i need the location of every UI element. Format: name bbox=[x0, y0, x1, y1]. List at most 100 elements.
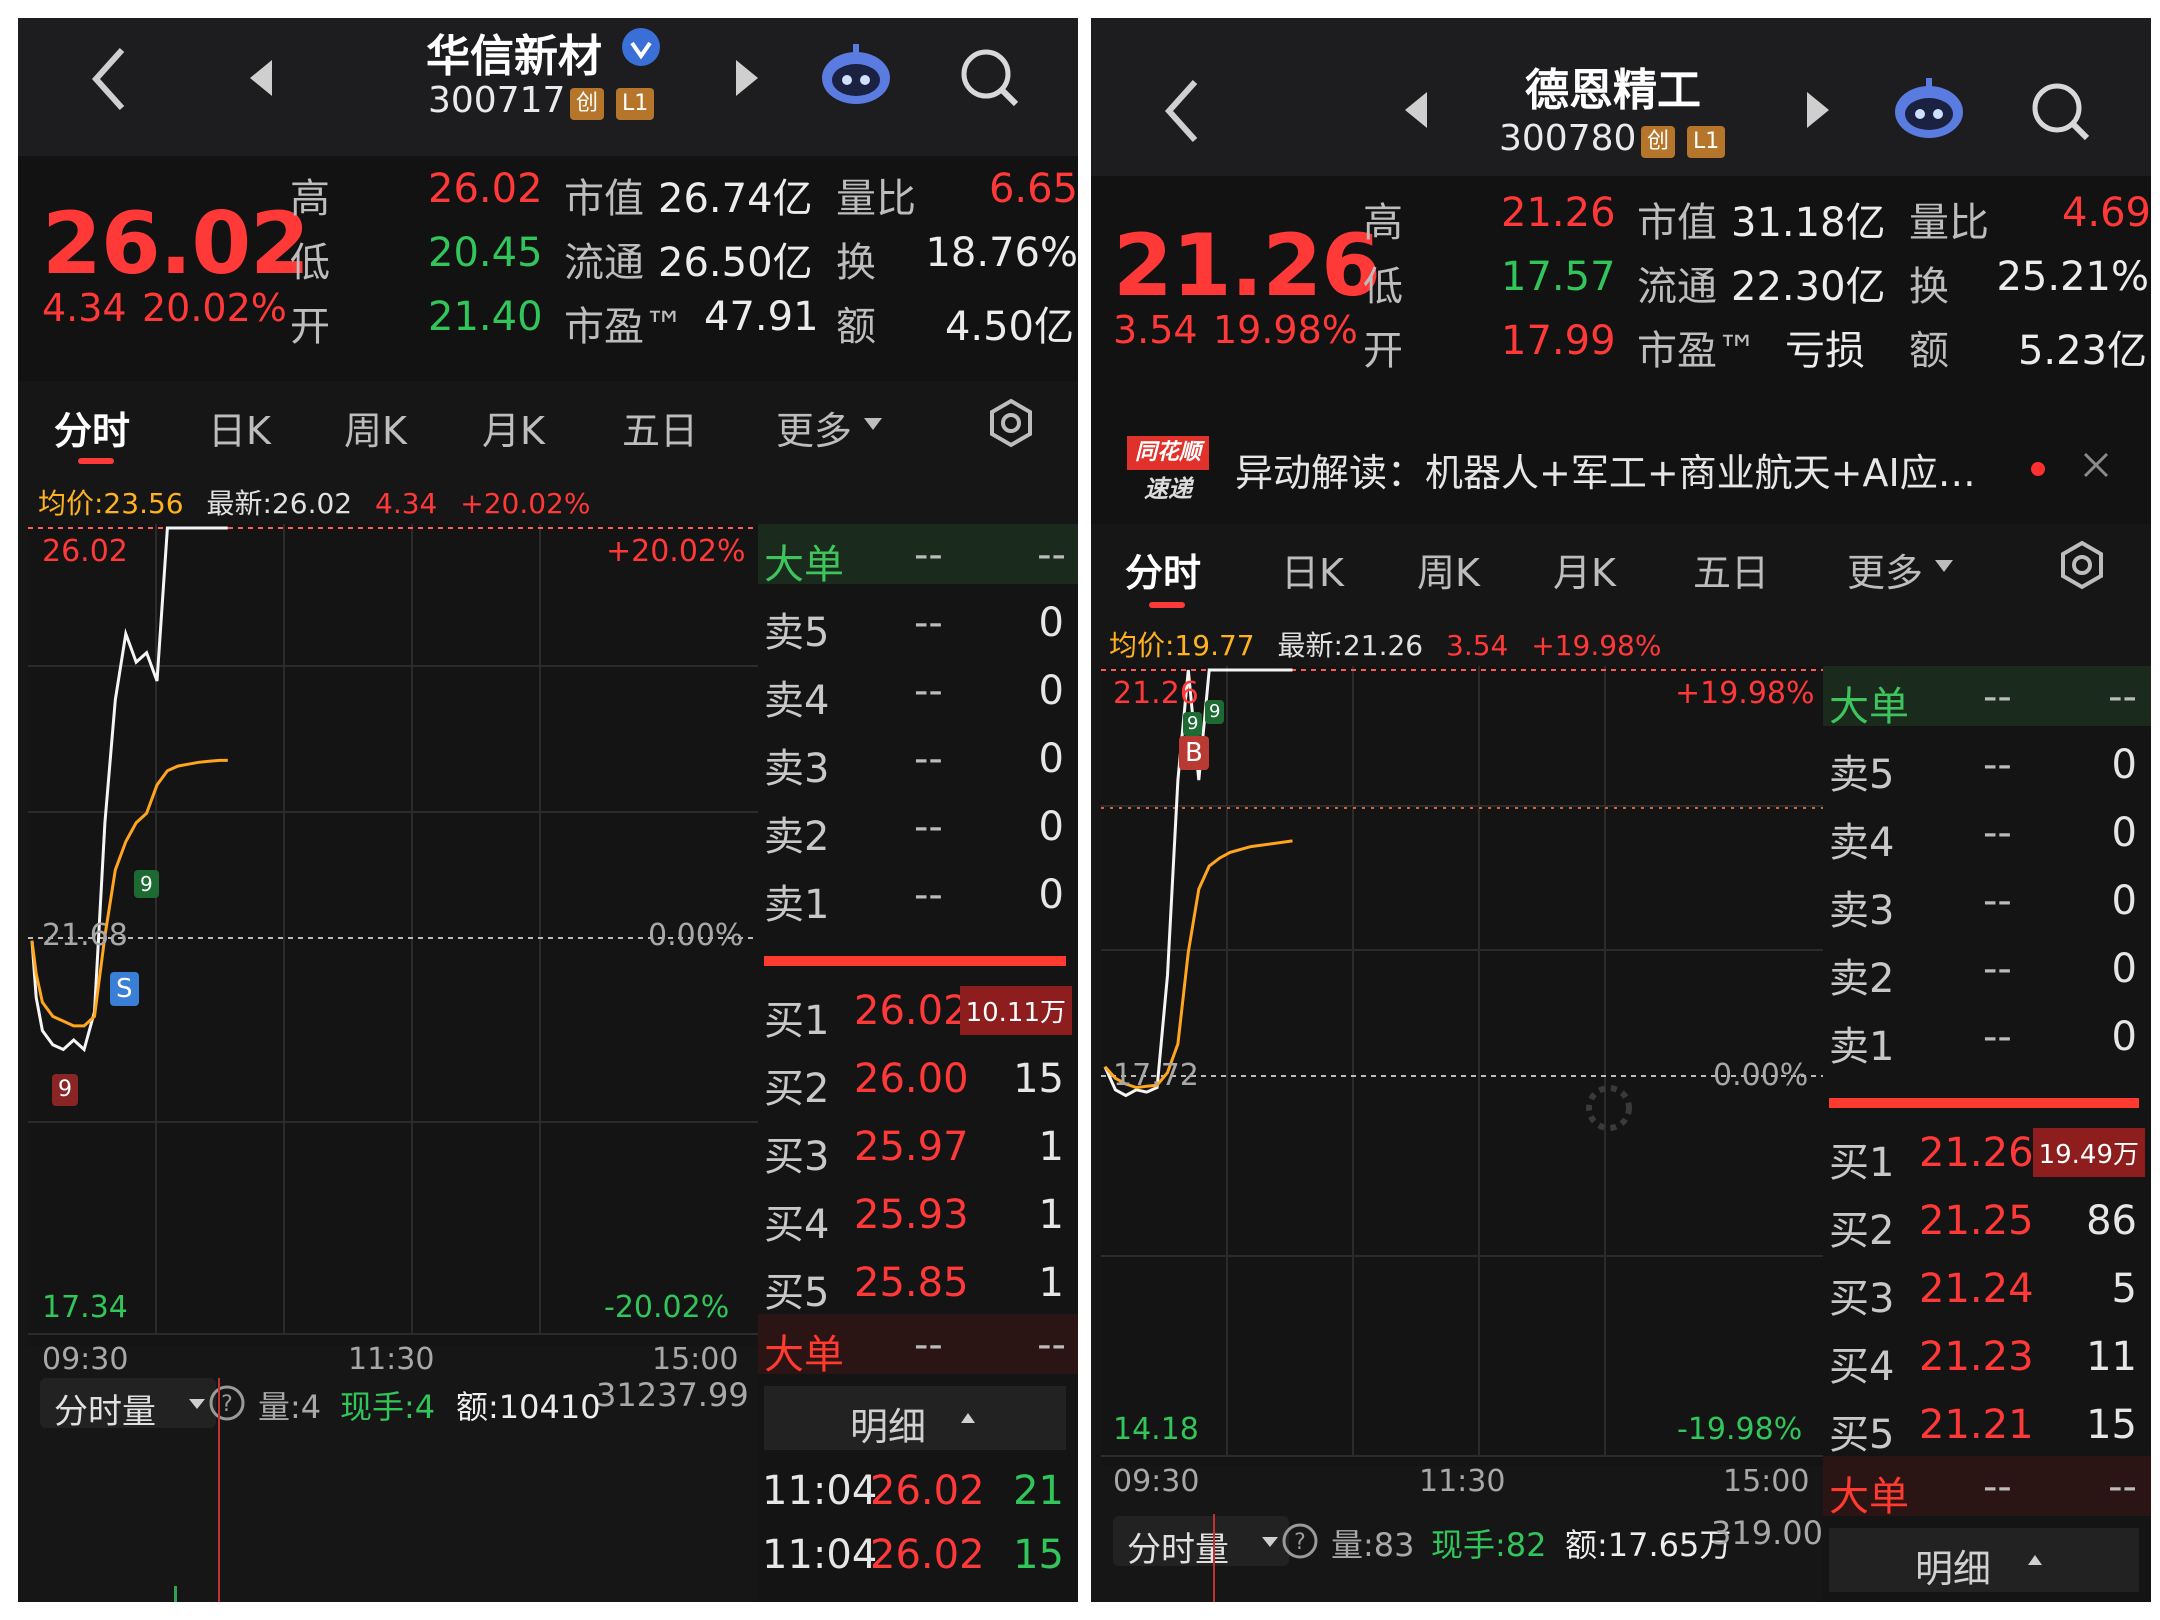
ask-price: -- bbox=[1983, 1014, 2012, 1060]
big-order-row-2[interactable]: 大单 -- -- bbox=[1823, 1456, 2151, 1520]
turnover-label: 换 bbox=[836, 240, 876, 286]
bid-row[interactable]: 买1 26.02 10.11万 bbox=[758, 980, 1078, 1044]
volume-cursor-line bbox=[218, 1378, 220, 1602]
chart-info-line: 均价:23.56 最新:26.02 4.34 +20.02% bbox=[38, 482, 590, 522]
ask-row[interactable]: 卖2 -- 0 bbox=[1823, 938, 2151, 1002]
back-arrow-icon[interactable] bbox=[1161, 76, 1201, 146]
bid-row[interactable]: 买4 21.23 11 bbox=[1823, 1326, 2151, 1390]
ask-row[interactable]: 卖1 -- 0 bbox=[1823, 1006, 2151, 1070]
close-icon[interactable] bbox=[2081, 450, 2111, 480]
bid-row[interactable]: 买2 21.25 86 bbox=[1823, 1190, 2151, 1254]
tab-five-day[interactable]: 五日 bbox=[1693, 542, 1769, 597]
news-ticker[interactable]: 同花顺 速递 异动解读：机器人+军工+商业航天+AI应… bbox=[1091, 406, 2151, 524]
bid-row[interactable]: 买4 25.93 1 bbox=[758, 1184, 1078, 1248]
tab-weekly-k[interactable]: 周K bbox=[344, 400, 407, 455]
last-price: 26.02 bbox=[42, 194, 310, 294]
news-text[interactable]: 异动解读：机器人+军工+商业航天+AI应… bbox=[1235, 442, 1976, 497]
detail-tab[interactable]: 明细 bbox=[1829, 1528, 2139, 1592]
unread-dot bbox=[2031, 462, 2045, 476]
bid-row[interactable]: 买3 25.97 1 bbox=[758, 1116, 1078, 1180]
big-order-row-2[interactable]: 大单 -- -- bbox=[758, 1314, 1078, 1378]
x-axis-noon: 11:30 bbox=[1419, 1464, 1506, 1499]
tab-monthly-k[interactable]: 月K bbox=[482, 400, 545, 455]
help-icon[interactable]: ? bbox=[208, 1384, 246, 1422]
volume-value: 量:4 bbox=[258, 1388, 322, 1426]
tick-price: 26.02 bbox=[870, 1532, 985, 1578]
ask-row[interactable]: 卖3 -- 0 bbox=[758, 728, 1078, 792]
open-label: 开 bbox=[1363, 328, 1403, 374]
ask-volume: 0 bbox=[1038, 600, 1064, 646]
tab-more[interactable]: 更多 bbox=[1847, 542, 1923, 597]
pe-value: 47.91 bbox=[704, 294, 819, 340]
bid-row[interactable]: 买5 21.21 15 bbox=[1823, 1394, 2151, 1458]
big-order-label-2: 大单 bbox=[764, 1332, 844, 1378]
bid-row[interactable]: 买1 21.26 19.49万 bbox=[1823, 1122, 2151, 1186]
volume-selector[interactable]: 分时量 bbox=[40, 1378, 216, 1432]
chart-settings-icon[interactable] bbox=[2057, 540, 2107, 590]
robot-assistant-icon[interactable] bbox=[818, 42, 894, 108]
tab-intraday[interactable]: 分时 bbox=[54, 400, 130, 455]
ask-volume: 0 bbox=[2111, 1014, 2137, 1060]
bid-row[interactable]: 买5 25.85 1 bbox=[758, 1252, 1078, 1316]
detail-tab[interactable]: 明细 bbox=[764, 1386, 1066, 1450]
nine-turn-marker-up[interactable]: 9 bbox=[134, 870, 159, 898]
big-order-v2: -- bbox=[1037, 532, 1066, 578]
low-value: 17.57 bbox=[1501, 254, 1616, 300]
bid-level-label: 买4 bbox=[764, 1202, 830, 1248]
bid-level-label: 买3 bbox=[1829, 1276, 1895, 1322]
volume-selector[interactable]: 分时量 bbox=[1113, 1516, 1289, 1570]
chevron-down-icon[interactable] bbox=[862, 416, 884, 432]
buy-signal-marker[interactable]: B bbox=[1179, 736, 1209, 770]
search-icon[interactable] bbox=[2029, 80, 2093, 144]
stock-code: 300717 bbox=[428, 80, 566, 121]
ask-row[interactable]: 卖3 -- 0 bbox=[1823, 870, 2151, 934]
svg-text:?: ? bbox=[1294, 1530, 1306, 1555]
next-stock-icon[interactable] bbox=[732, 58, 762, 98]
ask-row[interactable]: 卖4 -- 0 bbox=[758, 660, 1078, 724]
robot-assistant-icon[interactable] bbox=[1891, 76, 1967, 142]
search-icon[interactable] bbox=[958, 46, 1022, 110]
prev-stock-icon[interactable] bbox=[246, 58, 276, 98]
ask-row[interactable]: 卖2 -- 0 bbox=[758, 796, 1078, 860]
bid-volume: 19.49万 bbox=[2032, 1128, 2145, 1177]
info-change: 3.54 bbox=[1446, 629, 1509, 662]
ask-price: -- bbox=[914, 600, 943, 646]
right-stock-panel: 德恩精工 300780 创 L1 21.26 3.54 19.98% 高 低 开… bbox=[1091, 18, 2151, 1602]
ask-row[interactable]: 卖1 -- 0 bbox=[758, 864, 1078, 928]
nine-turn-marker-low[interactable]: 9 bbox=[52, 1074, 78, 1106]
back-arrow-icon[interactable] bbox=[88, 44, 128, 114]
ask-volume: 0 bbox=[1038, 872, 1064, 918]
nine-turn-marker-b[interactable]: 9 bbox=[1205, 700, 1225, 724]
price-change: 4.34 bbox=[42, 286, 127, 330]
bid-price: 21.23 bbox=[1919, 1334, 2034, 1380]
help-icon[interactable]: ? bbox=[1281, 1522, 1319, 1560]
big-order-row[interactable]: 大单 -- -- bbox=[758, 524, 1078, 588]
tab-five-day[interactable]: 五日 bbox=[622, 400, 698, 455]
chart-settings-icon[interactable] bbox=[986, 398, 1036, 448]
bid-row[interactable]: 买3 21.24 5 bbox=[1823, 1258, 2151, 1322]
ask-row[interactable]: 卖5 -- 0 bbox=[758, 592, 1078, 656]
tab-more[interactable]: 更多 bbox=[776, 400, 852, 455]
open-value: 17.99 bbox=[1501, 318, 1616, 364]
tab-intraday[interactable]: 分时 bbox=[1125, 542, 1201, 597]
big-order-label: 大单 bbox=[764, 542, 844, 588]
tab-weekly-k[interactable]: 周K bbox=[1417, 542, 1480, 597]
amount-value: 4.50亿 bbox=[944, 304, 1074, 350]
x-axis-close: 15:00 bbox=[652, 1342, 739, 1377]
prev-stock-icon[interactable] bbox=[1401, 90, 1431, 130]
sell-signal-marker[interactable]: S bbox=[110, 972, 139, 1006]
next-stock-icon[interactable] bbox=[1803, 90, 1833, 130]
x-axis-noon: 11:30 bbox=[348, 1342, 435, 1377]
board-tag: 创 bbox=[1641, 126, 1676, 158]
nine-turn-marker-a[interactable]: 9 bbox=[1183, 712, 1203, 736]
tab-daily-k[interactable]: 日K bbox=[208, 400, 271, 455]
chevron-down-icon[interactable] bbox=[1933, 558, 1955, 574]
y-axis-mid: 21.68 bbox=[42, 918, 128, 953]
tab-daily-k[interactable]: 日K bbox=[1281, 542, 1344, 597]
big-order-row[interactable]: 大单 -- -- bbox=[1823, 666, 2151, 730]
ask-row[interactable]: 卖4 -- 0 bbox=[1823, 802, 2151, 866]
bid-row[interactable]: 买2 26.00 15 bbox=[758, 1048, 1078, 1112]
tab-monthly-k[interactable]: 月K bbox=[1553, 542, 1616, 597]
ask-price: -- bbox=[914, 872, 943, 918]
ask-row[interactable]: 卖5 -- 0 bbox=[1823, 734, 2151, 798]
